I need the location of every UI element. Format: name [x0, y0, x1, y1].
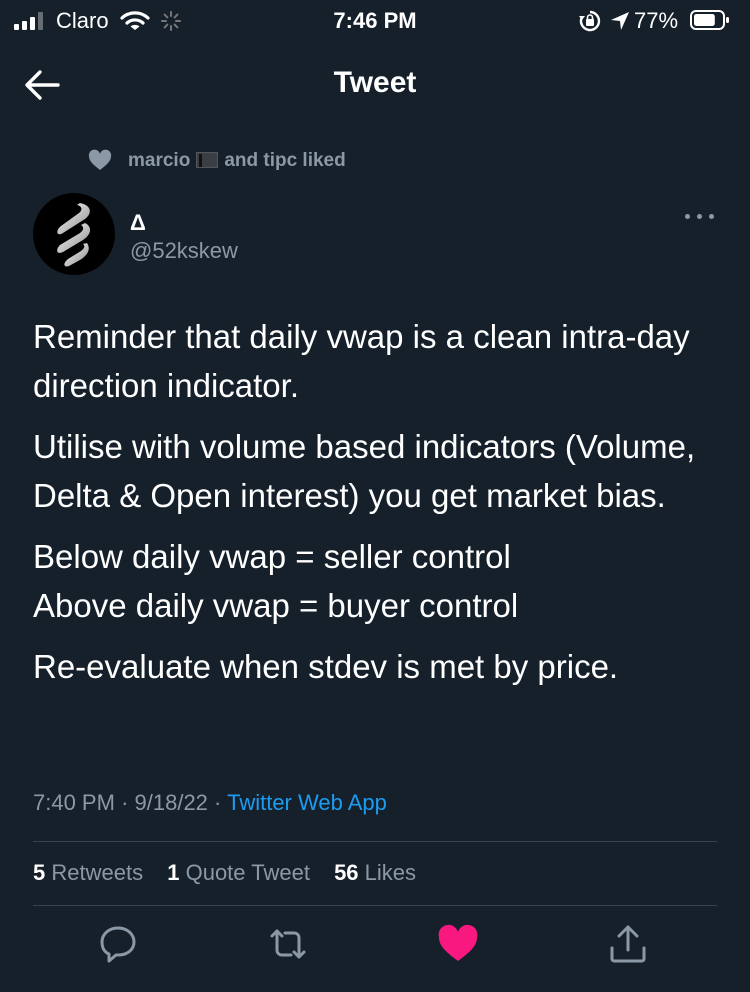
page-title: Tweet [333, 66, 417, 99]
quotes-stat[interactable]: 1 Quote Tweet [167, 860, 310, 885]
reply-icon[interactable] [96, 922, 140, 966]
like-icon[interactable] [436, 922, 480, 966]
tweet-paragraph: Utilise with volume based indicators (Vo… [33, 428, 696, 514]
separator: · [121, 790, 129, 815]
more-icon[interactable] [683, 206, 717, 226]
share-icon[interactable] [606, 922, 650, 966]
separator: · [214, 790, 222, 815]
tweet-date: 9/18/22 [134, 790, 208, 815]
retweets-label: Retweets [51, 860, 144, 885]
battery-icon [690, 10, 729, 30]
retweets-stat[interactable]: 5 Retweets [33, 860, 143, 885]
divider [33, 905, 717, 906]
quotes-count: 1 [167, 860, 180, 885]
flag-icon [196, 152, 219, 168]
tweet-text: Reminder that daily vwap is a clean intr… [33, 312, 723, 703]
likes-label: Likes [364, 860, 417, 885]
retweets-count: 5 [33, 860, 46, 885]
likes-count: 56 [334, 860, 359, 885]
avatar-logo [57, 203, 91, 267]
likes-stat[interactable]: 56 Likes [334, 860, 416, 885]
tweet-stats: 5 Retweets 1 Quote Tweet 56 Likes [33, 860, 434, 886]
rotation-lock-icon [579, 10, 601, 32]
tweet-meta: 7:40 PM · 9/18/22 · Twitter Web App [33, 790, 387, 816]
heart-icon [88, 149, 112, 170]
tweet-paragraph: Re-evaluate when stdev is met by price. [33, 648, 619, 685]
battery-percent: 77% [634, 8, 679, 33]
quotes-label: Quote Tweet [185, 860, 310, 885]
author-handle[interactable]: @52kskew [130, 238, 238, 264]
avatar[interactable] [33, 193, 115, 275]
retweet-icon[interactable] [266, 922, 310, 966]
divider [33, 841, 717, 842]
liked-suffix: and tipc liked [224, 150, 346, 171]
tweet-time: 7:40 PM [33, 790, 115, 815]
liker-name: marcio [128, 150, 191, 171]
tweet-paragraph: Reminder that daily vwap is a clean intr… [33, 318, 690, 404]
social-context[interactable]: marcio and tipc liked [128, 150, 346, 172]
author-display-name[interactable]: Δ [130, 210, 146, 236]
location-arrow-icon [611, 12, 629, 30]
tweet-source-link[interactable]: Twitter Web App [227, 790, 387, 815]
tweet-paragraph: Below daily vwap = seller control Above … [33, 538, 519, 624]
